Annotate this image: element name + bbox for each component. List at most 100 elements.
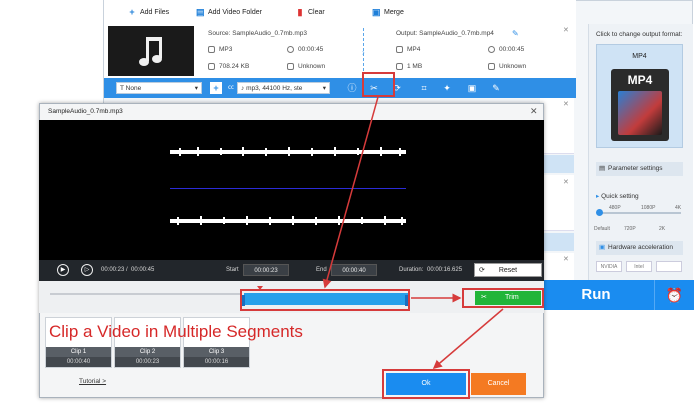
toolbar: + Add Files ▤ Add Video Folder ▮ Clear ▣… <box>104 0 576 25</box>
chevron-down-icon: ▾ <box>194 85 198 92</box>
clock-icon <box>287 46 294 53</box>
output-resolution: Unknown <box>488 63 526 70</box>
folder-plus-icon: ▤ <box>196 7 205 17</box>
output-format-name: MP4 <box>632 53 647 60</box>
quality-slider[interactable] <box>599 212 681 214</box>
watermark-icon[interactable]: ▣ <box>467 83 477 93</box>
file-thumbnail <box>108 26 194 76</box>
step-icon[interactable]: ▷ <box>81 264 93 276</box>
file-format-icon <box>208 46 215 53</box>
audio-track-select[interactable]: ♪ mp3, 44100 Hz, ste ▾ <box>237 82 330 94</box>
subtitle-select[interactable]: T None ▾ <box>116 82 202 94</box>
waveform-bottom <box>170 216 406 225</box>
clip-duration: 00:00:16 <box>184 357 249 367</box>
clip-label: Clip 1 <box>46 347 111 357</box>
tutorial-link[interactable]: Tutorial > <box>79 378 106 385</box>
parameter-settings-button[interactable]: ▤ Parameter settings <box>596 162 683 176</box>
intel-toggle[interactable]: Intel <box>626 261 652 272</box>
settings-icon: ▤ <box>599 165 606 172</box>
output-duration: 00:00:45 <box>488 46 524 53</box>
edit-pencil-icon[interactable]: ✎ <box>512 29 519 38</box>
cancel-button[interactable]: Cancel <box>471 373 526 395</box>
effects-icon[interactable]: ✦ <box>442 83 452 93</box>
mp4-format-icon: MP4 <box>611 69 669 141</box>
clear-button[interactable]: ▮ Clear <box>296 6 325 18</box>
crop-icon[interactable]: ⌗ <box>419 83 429 93</box>
edit-toolbar: T None ▾ + ㏄ ♪ mp3, 44100 Hz, ste ▾ ⓘ ✂ … <box>104 78 576 98</box>
hardware-acceleration-label: ▣ Hardware acceleration <box>596 241 683 255</box>
film-image <box>618 91 662 135</box>
slider-label: 2K <box>659 226 666 232</box>
merge-button[interactable]: ▣ Merge <box>372 6 404 18</box>
annotation-highlight-ok <box>382 369 470 399</box>
slider-label: 4K <box>675 205 682 211</box>
source-filename: Source: SampleAudio_0.7mb.mp3 <box>208 30 308 37</box>
close-icon[interactable]: ✕ <box>563 178 569 186</box>
plus-icon: + <box>129 7 135 17</box>
quality-slider-handle[interactable] <box>596 209 603 216</box>
close-icon[interactable]: ✕ <box>563 100 569 108</box>
playhead-marker[interactable] <box>257 286 263 290</box>
source-resolution: Unknown <box>287 63 325 70</box>
overlay-caption: Clip a Video in Multiple Segments <box>49 322 303 341</box>
current-time: 00:00:23 <box>101 267 125 273</box>
start-time-input[interactable]: 00:00:23 <box>243 264 289 276</box>
info-icon[interactable]: ⓘ <box>347 83 357 93</box>
source-duration: 00:00:45 <box>287 46 323 53</box>
list-item[interactable] <box>540 98 574 154</box>
list-item-selected[interactable] <box>540 155 574 173</box>
arrow-right-icon: › <box>362 48 365 57</box>
end-time-input[interactable]: 00:00:40 <box>331 264 377 276</box>
annotation-highlight-trim <box>462 288 544 308</box>
add-subtitle-button[interactable]: + <box>210 82 222 94</box>
add-video-folder-button[interactable]: ▤ Add Video Folder <box>196 6 262 18</box>
duration-label: Duration: <box>399 267 424 273</box>
file-format-icon <box>396 46 403 53</box>
total-time: 00:00:45 <box>131 267 155 273</box>
add-files-button[interactable]: + Add Files <box>128 6 169 18</box>
timeline-track <box>50 293 240 295</box>
list-item[interactable] <box>540 253 574 281</box>
slider-label: 1080P <box>641 205 656 211</box>
cc-icon[interactable]: ㏄ <box>226 83 236 93</box>
output-size: 1 MB <box>396 63 422 70</box>
amd-toggle[interactable] <box>656 261 682 272</box>
output-filename: Output: SampleAudio_0.7mb.mp4 <box>396 30 494 37</box>
nvidia-toggle[interactable]: NVIDIA <box>596 261 622 272</box>
source-format: MP3 <box>208 46 232 53</box>
output-format: MP4 <box>396 46 420 53</box>
waveform-preview <box>39 120 544 260</box>
resolution-icon <box>287 63 294 70</box>
clip-duration: 00:00:23 <box>115 357 180 367</box>
resolution-icon <box>488 63 495 70</box>
source-size: 708.24 KB <box>208 63 249 70</box>
subtitle-edit-icon[interactable]: ✎ <box>491 83 501 93</box>
slider-label: Default <box>594 226 610 232</box>
close-icon[interactable]: ✕ <box>563 255 569 263</box>
list-item-selected[interactable] <box>540 233 574 251</box>
clock-icon <box>488 46 495 53</box>
close-icon[interactable]: ✕ <box>530 106 538 117</box>
waveform-top <box>170 147 406 156</box>
trash-icon: ▮ <box>297 7 303 17</box>
chevron-down-icon: ▾ <box>322 85 326 92</box>
output-format-card[interactable]: MP4 MP4 <box>596 44 683 148</box>
slider-label: 480P <box>609 205 621 211</box>
dialog-title: SampleAudio_0.7mb.mp3 <box>48 108 123 115</box>
close-icon[interactable]: ✕ <box>563 26 569 34</box>
audio-waveform <box>170 147 406 225</box>
run-button[interactable]: Run <box>538 280 654 310</box>
reset-button[interactable]: ⟳ Reset <box>474 263 542 277</box>
waveform-centerline <box>170 188 406 189</box>
annotation-highlight-scissors <box>362 72 395 97</box>
time-separator: / <box>126 267 128 273</box>
merge-icon: ▣ <box>372 7 381 17</box>
gpu-options: NVIDIA Intel <box>596 260 683 274</box>
play-icon[interactable]: ▶ <box>57 264 69 276</box>
music-note-icon <box>139 37 162 66</box>
clip-label: Clip 2 <box>115 347 180 357</box>
alarm-clock-icon[interactable]: ⏰ <box>654 280 694 310</box>
annotation-highlight-range <box>240 289 410 311</box>
clip-label: Clip 3 <box>184 347 249 357</box>
list-item[interactable] <box>540 175 574 231</box>
